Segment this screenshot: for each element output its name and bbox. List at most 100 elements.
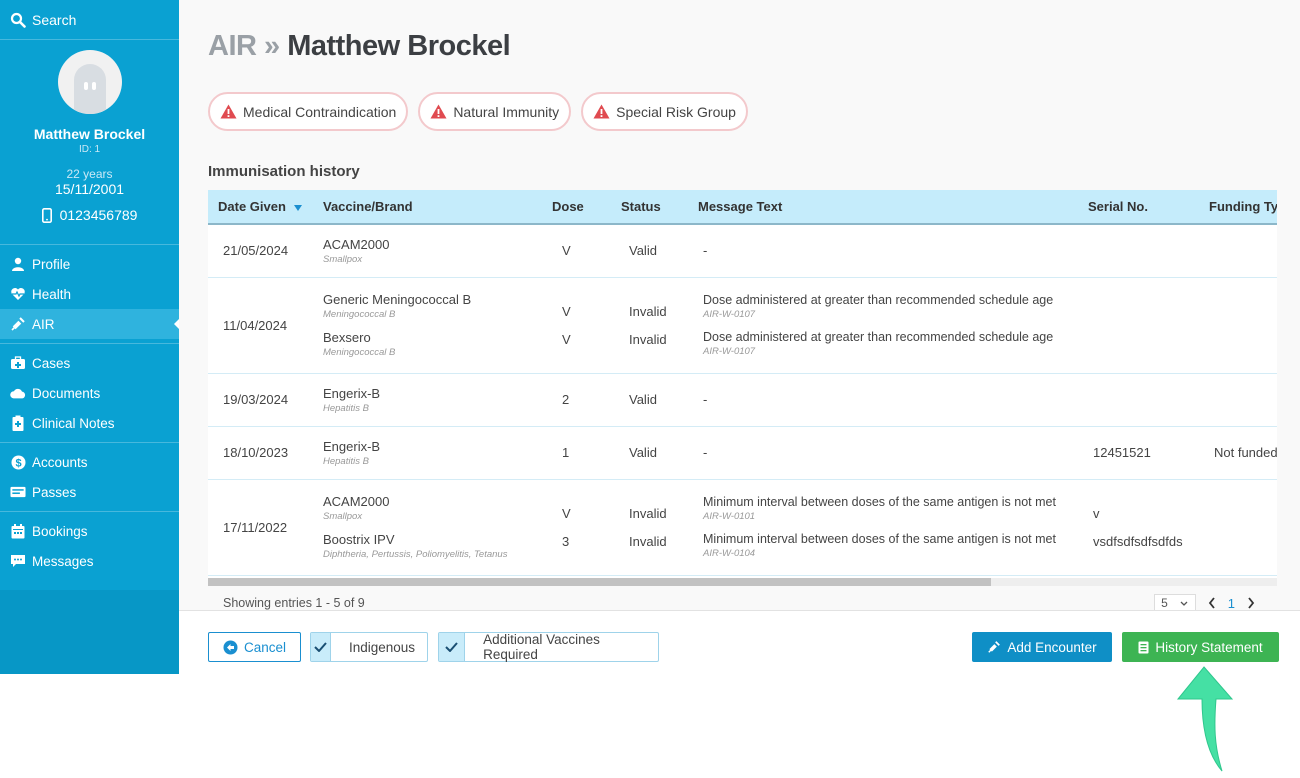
vaccine-antigen: Diphtheria, Pertussis, Poliomyelitis, Te…: [323, 549, 508, 560]
column-header-serial[interactable]: Serial No.: [1078, 190, 1199, 225]
vaccine-name: Generic Meningococcal B: [323, 292, 472, 307]
alert-pill-natural-immunity[interactable]: Natural Immunity: [418, 92, 572, 131]
cell-message: -: [688, 426, 1078, 480]
table-row[interactable]: 19/03/2024 Engerix-B Hepatitis B 2 Valid …: [208, 373, 1277, 427]
vaccine-name: Boostrix IPV: [323, 532, 395, 547]
cell-funding: [1199, 479, 1277, 576]
dollar-icon: $: [10, 454, 26, 470]
cancel-button[interactable]: Cancel: [208, 632, 301, 662]
column-header-vaccine[interactable]: Vaccine/Brand: [313, 190, 542, 225]
column-header-status[interactable]: Status: [611, 190, 688, 225]
sidebar-item-bookings[interactable]: Bookings: [0, 516, 179, 546]
cell-serial: 12451521: [1078, 426, 1199, 480]
sidebar-item-air[interactable]: AIR: [0, 309, 179, 339]
cell-vaccine: ACAM2000 Smallpox: [313, 224, 542, 278]
message-code: AIR-W-0107: [703, 309, 756, 320]
cell-vaccine: Generic Meningococcal B Meningococcal B B…: [313, 277, 542, 374]
sidebar-item-label: Cases: [32, 355, 71, 371]
table-row[interactable]: 18/10/2023 Engerix-B Hepatitis B 1 Valid …: [208, 426, 1277, 480]
heart-pulse-icon: [10, 286, 26, 302]
horizontal-scrollbar[interactable]: [208, 578, 1277, 586]
search-label: Search: [32, 11, 77, 28]
chevron-right-icon[interactable]: [1247, 597, 1255, 609]
chevron-left-icon[interactable]: [1208, 597, 1216, 609]
main-content: AIR » Matthew Brockel Medical Contraindi…: [179, 0, 1300, 612]
cloud-icon: [10, 385, 26, 401]
cell-date: 19/03/2024: [208, 373, 313, 427]
cell-date: 21/05/2024: [208, 224, 313, 278]
sidebar-item-label: Documents: [32, 385, 101, 401]
nav-group-patient: Profile Health AIR: [0, 245, 179, 344]
page-size-value: 5: [1161, 596, 1168, 610]
sidebar-item-accounts[interactable]: $ Accounts: [0, 447, 179, 477]
add-encounter-button[interactable]: Add Encounter: [972, 632, 1112, 662]
warning-icon: [430, 104, 447, 119]
cell-vaccine: ACAM2000 Smallpox Boostrix IPV Diphtheria,…: [313, 479, 542, 576]
page-number-current[interactable]: 1: [1228, 596, 1235, 611]
cell-message: -: [688, 224, 1078, 278]
nav-group-records: Cases Documents Clinical Notes: [0, 344, 179, 443]
sidebar-search[interactable]: Search: [0, 0, 179, 40]
app: Search Matthew Brockel ID: 1 22 years 15…: [0, 0, 1300, 778]
message-code: AIR-W-0101: [703, 511, 756, 522]
column-header-dose[interactable]: Dose: [542, 190, 611, 225]
alert-pill-special-risk-group[interactable]: Special Risk Group: [581, 92, 748, 131]
additional-vaccines-label: Additional Vaccines Required: [483, 632, 600, 662]
sidebar-item-documents[interactable]: Documents: [0, 378, 179, 408]
page-title-name: Matthew Brockel: [287, 30, 511, 62]
column-header-date-given[interactable]: Date Given: [208, 190, 313, 225]
vaccine-antigen: Smallpox: [323, 253, 363, 265]
indigenous-checkbox[interactable]: Indigenous: [310, 632, 428, 662]
message-code: AIR-W-0107: [703, 346, 756, 357]
patient-age: 22 years: [66, 167, 113, 181]
scrollbar-thumb[interactable]: [208, 578, 991, 586]
table-row[interactable]: 11/04/2024 Generic Meningococcal B Mening…: [208, 277, 1277, 374]
cell-funding: [1199, 277, 1277, 374]
vaccine-name: Engerix-B: [323, 385, 381, 401]
dose-value: V: [562, 331, 571, 347]
annotation-arrow-icon: [1176, 666, 1234, 772]
sidebar-item-profile[interactable]: Profile: [0, 249, 179, 279]
table-header-row: Date Given Vaccine/Brand Dose Status Mes…: [208, 190, 1277, 225]
sidebar-item-label: Profile: [32, 256, 71, 272]
table-row[interactable]: 21/05/2024 ACAM2000 Smallpox V Valid -: [208, 224, 1277, 278]
cell-date: 11/04/2024: [208, 277, 313, 374]
alert-pill-label: Special Risk Group: [616, 103, 736, 120]
cell-funding: [1199, 224, 1277, 278]
column-header-message[interactable]: Message Text: [688, 190, 1078, 225]
serial-value: v: [1093, 505, 1100, 521]
column-header-funding[interactable]: Funding Type: [1199, 190, 1277, 225]
sidebar-item-label: Messages: [32, 553, 94, 569]
mobile-phone-icon: [41, 207, 52, 223]
history-statement-button[interactable]: History Statement: [1122, 632, 1279, 662]
message-text: Dose administered at greater than recomm…: [703, 330, 1054, 344]
breadcrumb[interactable]: AIR »: [208, 30, 280, 62]
sidebar-item-messages[interactable]: Messages: [0, 546, 179, 576]
alert-pill-medical-contraindication[interactable]: Medical Contraindication: [208, 92, 409, 131]
sidebar-item-label: Bookings: [32, 523, 88, 539]
vaccine-antigen: Hepatitis B: [323, 402, 369, 414]
cell-status: Valid: [611, 426, 688, 480]
sidebar-item-health[interactable]: Health: [0, 279, 179, 309]
document-list-icon: [1138, 641, 1149, 653]
vaccine-name: ACAM2000: [323, 494, 390, 509]
sidebar-item-label: Accounts: [32, 454, 88, 470]
sidebar-item-clinical-notes[interactable]: Clinical Notes: [0, 408, 179, 438]
cell-vaccine: Engerix-B Hepatitis B: [313, 373, 542, 427]
cancel-label: Cancel: [243, 639, 287, 655]
additional-vaccines-checkbox[interactable]: Additional Vaccines Required: [438, 632, 659, 662]
warning-icon: [593, 104, 610, 119]
vaccine-antigen: Meningococcal B: [323, 309, 396, 320]
medical-kit-icon: [10, 355, 26, 371]
sidebar-item-cases[interactable]: Cases: [0, 348, 179, 378]
syringe-icon: [988, 641, 1001, 653]
cell-dose: V3: [542, 479, 611, 576]
cell-funding: [1199, 373, 1277, 427]
table-row[interactable]: 17/11/2022 ACAM2000 Smallpox Boostrix IPV…: [208, 479, 1277, 576]
cell-dose: 1: [542, 426, 611, 480]
sort-desc-icon[interactable]: [293, 204, 302, 211]
user-icon: [10, 256, 26, 272]
cell-serial: v vsdfsdfsdfsdfds: [1078, 479, 1199, 576]
cell-status: Valid: [611, 224, 688, 278]
sidebar-item-passes[interactable]: Passes: [0, 477, 179, 507]
